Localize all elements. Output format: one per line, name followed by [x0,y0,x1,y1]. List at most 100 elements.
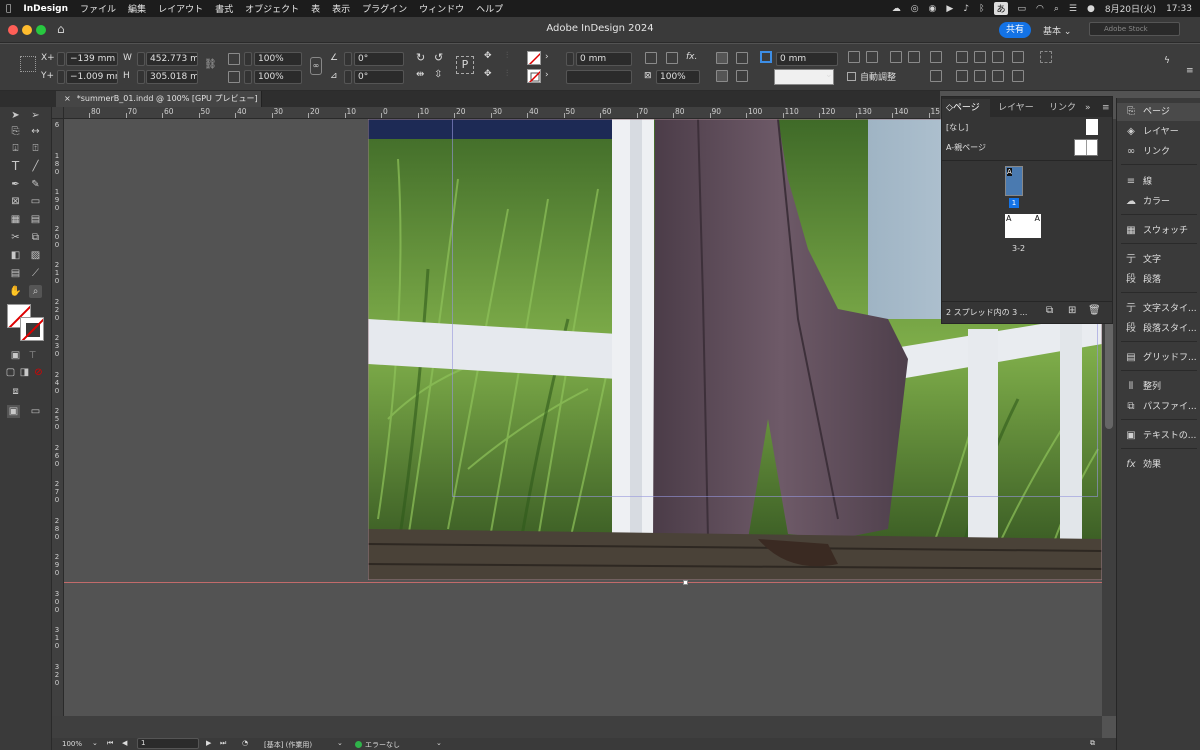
distribute-icon[interactable]: ⫶ [506,51,508,61]
fill-stroke-swatches[interactable] [7,304,45,342]
style-label[interactable]: [基本] (作業用) [264,740,312,750]
text-wrap-box-icon[interactable] [736,52,748,64]
align-vbottom-icon[interactable] [974,70,986,82]
content-placer-icon[interactable]: ⍐ [29,142,42,155]
split-window-icon[interactable]: ⧉ [1090,739,1095,748]
effects-icon[interactable]: fx. [686,52,697,62]
search-icon[interactable]: ⌕ [1054,4,1059,14]
dock-paragraph[interactable]: 段段落 [1117,271,1200,289]
scale-x-field[interactable]: 100% [254,52,302,66]
text-wrap-jump-icon[interactable] [736,70,748,82]
spread-label[interactable]: 3-2 [1012,244,1025,253]
stroke-weight-stepper[interactable] [566,52,574,66]
select-content-icon[interactable]: ✥ [484,69,492,79]
new-page-icon[interactable]: ⊞ [1068,305,1076,316]
align-full-icon[interactable] [930,70,942,82]
page-1-thumb[interactable]: A [1005,166,1023,196]
y-stepper[interactable] [57,70,65,84]
view-mode-icon[interactable]: ▣ [7,405,20,418]
gap-tool-icon[interactable]: ↔ [29,125,42,138]
fit-content-icon[interactable] [666,52,678,64]
panel-collapse-icon[interactable]: » [1085,99,1091,117]
menu-file[interactable]: ファイル [74,2,122,15]
text-wrap-shape-icon[interactable] [716,70,728,82]
corner-shape-icon[interactable] [760,51,772,63]
fill-chevron-icon[interactable]: › [545,52,549,62]
dock-stroke[interactable]: ≡ 線 [1117,173,1200,191]
none-parent-label[interactable]: [なし] [946,122,968,133]
dock-pathfinder[interactable]: ⧉ パスファイ... [1117,398,1200,416]
stroke-chevron-icon[interactable]: › [545,70,549,80]
formatting-container-icon[interactable]: ▣ [9,349,22,362]
menu-help[interactable]: ヘルプ [470,2,509,15]
pen-tool-icon[interactable]: ✒ [9,178,22,191]
next-page-icon[interactable]: ▶ [206,739,211,747]
share-button[interactable]: 共有 [999,22,1031,38]
stroke-weight-field[interactable]: 0 mm [576,52,632,66]
apple-icon[interactable]:  [0,4,17,14]
bluetooth-icon[interactable]: ᛒ [979,4,984,14]
align-right-edges-icon[interactable] [866,51,878,63]
shear-stepper[interactable] [344,70,352,84]
constrain-proportions-icon[interactable]: ⛓ [204,59,217,70]
distribute-v-icon[interactable]: ⫶ [506,69,508,79]
w-field[interactable]: 452.773 m [146,52,198,66]
horizontal-scrollbar[interactable] [52,716,1102,746]
first-page-icon[interactable]: ⏮ [107,739,113,748]
rotate-ccw-icon[interactable]: ↺ [434,51,443,64]
panel-menu-icon[interactable]: ≡ [1102,99,1110,117]
menu-view[interactable]: 表示 [326,2,356,15]
frame-grid-tool-icon[interactable]: ▦ [9,213,22,226]
rotate-field[interactable]: 0° [354,52,404,66]
menu-edit[interactable]: 編集 [122,2,152,15]
preflight-status[interactable]: エラーなし [365,740,400,750]
page-size-icon[interactable]: ⧉ [1046,305,1053,316]
dock-align[interactable]: ⫴ 整列 [1117,378,1200,396]
x-stepper[interactable] [57,52,65,66]
align-center-icon[interactable] [890,51,902,63]
panel-menu-icon[interactable]: ≡ [1186,66,1194,76]
rotate-cw-icon[interactable]: ↻ [416,51,425,64]
stroke-type-dropdown[interactable] [566,70,632,84]
tab-pages[interactable]: ◇ページ [942,99,990,117]
corner-size-field[interactable]: 0 mm [776,52,838,66]
page-1-label[interactable]: 1 [1009,198,1019,208]
align-vtop-icon[interactable] [1012,51,1024,63]
apply-color-icon[interactable]: ▢ [4,366,17,379]
prev-page-icon[interactable]: ◀ [122,739,127,747]
content-collector-icon[interactable]: ⍗ [9,142,22,155]
preflight-profile-icon[interactable]: ◔ [242,739,248,747]
last-page-icon[interactable]: ⏭ [220,739,226,748]
align-left-icon[interactable] [956,51,968,63]
play-icon[interactable]: ▶ [946,4,953,14]
align-middle-icon[interactable] [908,51,920,63]
opacity-field[interactable]: 100% [656,70,700,84]
direct-selection-tool-icon[interactable]: ➢ [29,109,42,122]
page-tool-icon[interactable]: ⎘ [9,125,22,138]
h-stepper[interactable] [137,70,145,84]
note-tool-icon[interactable]: ▤ [9,267,22,280]
w-stepper[interactable] [137,52,145,66]
dock-text-wrap[interactable]: ▣ テキストの... [1117,427,1200,445]
a-parent-thumb[interactable] [1074,139,1098,156]
clock-time[interactable]: 17:33 [1166,4,1192,14]
dock-paragraph-styles[interactable]: 段段落スタイ... [1117,320,1200,338]
vertical-ruler[interactable]: 6 180 190 200 210 220 230 240 250 260 270 280 290 300… [52,119,64,719]
shear-field[interactable]: 0° [354,70,404,84]
siri-icon[interactable]: ● [1087,4,1095,14]
reference-point-icon[interactable] [20,56,36,72]
cloud-icon[interactable]: ☁ [892,4,901,14]
zoom-field[interactable]: 100% [62,740,82,748]
flip-horizontal-icon[interactable]: ⇹ [416,69,424,80]
eyedropper-tool-icon[interactable]: ⟋ [29,267,42,280]
formatting-text-icon[interactable]: T [26,349,39,362]
menu-window[interactable]: ウィンドウ [413,2,470,15]
creative-cloud-icon[interactable]: ◎ [911,4,919,14]
scale-y-stepper[interactable] [244,70,252,84]
align-left-edges-icon[interactable] [848,51,860,63]
menu-plugins[interactable]: プラグイン [356,2,413,15]
volume-icon[interactable]: ♪ [963,4,969,14]
zoom-chevron-icon[interactable]: ⌄ [92,739,98,747]
dock-grid-format[interactable]: ▤ グリッドフ... [1117,349,1200,367]
a-parent-label[interactable]: A-親ページ [946,142,986,153]
